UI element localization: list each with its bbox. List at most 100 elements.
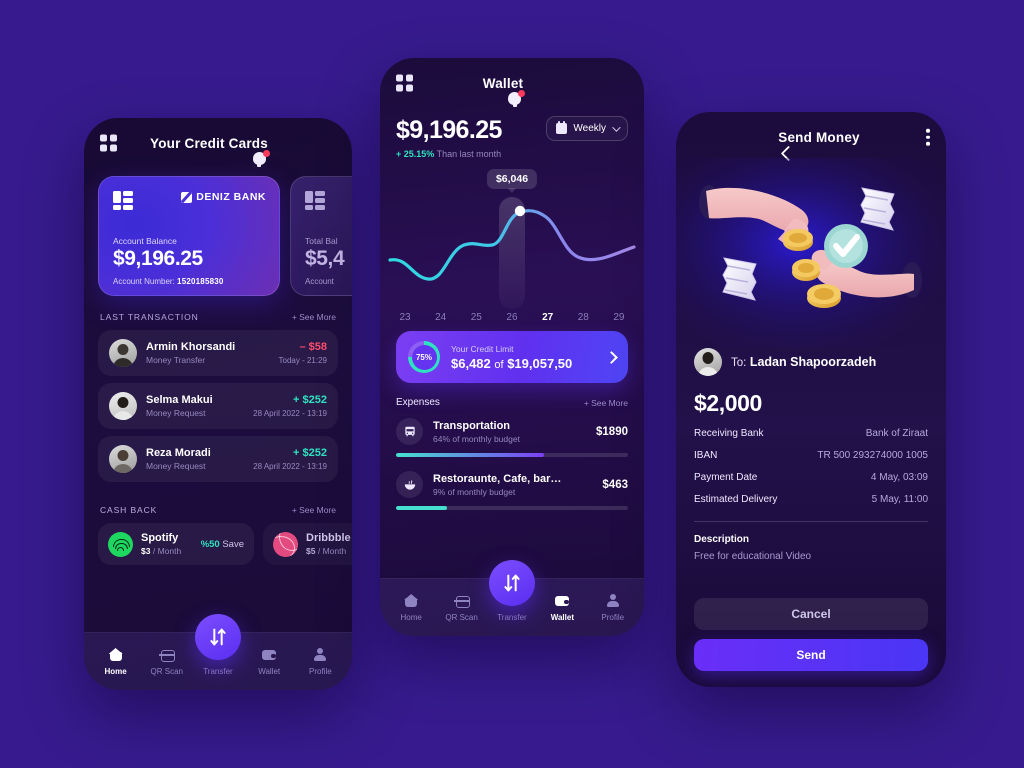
- detail-label: Payment Date: [694, 472, 758, 483]
- credit-limit-card[interactable]: 75% Your Credit Limit $6,482 of $19,057,…: [396, 331, 628, 383]
- cashback-price: $3 / Month: [141, 546, 182, 556]
- grid-menu-icon[interactable]: [100, 134, 117, 152]
- description-label: Description: [694, 534, 750, 545]
- card-balance-value: $5,4: [305, 247, 345, 270]
- detail-row: Receiving Bank Bank of Ziraat: [676, 428, 946, 439]
- expense-progress-bar: [396, 506, 628, 510]
- send-amount: $2,000: [694, 390, 762, 416]
- chart-line: [388, 205, 636, 281]
- period-selector[interactable]: Weekly: [546, 116, 628, 141]
- deniz-bank-mark-icon: [181, 191, 193, 203]
- hands-exchanging-money-illustration: [676, 158, 946, 348]
- transaction-time: Today - 21:29: [278, 356, 327, 365]
- expense-progress-bar: [396, 453, 628, 457]
- see-more-expenses[interactable]: + See More: [584, 398, 628, 408]
- bell-icon[interactable]: [252, 150, 270, 168]
- section-title: Expenses: [396, 397, 440, 408]
- bus-icon: [396, 418, 423, 445]
- card-number: Account Number: 1520185830: [113, 277, 224, 286]
- detail-value: Bank of Ziraat: [865, 428, 928, 439]
- credit-card-secondary[interactable]: Total Bal $5,4 Account: [290, 176, 352, 296]
- nav-item-wallet[interactable]: Wallet: [246, 647, 292, 676]
- nav-item-home[interactable]: Home: [388, 593, 434, 622]
- cashback-name: Spotify: [141, 532, 179, 544]
- notification-dot: [262, 150, 270, 157]
- table-row[interactable]: Armin Khorsandi Money Transfer – $58 Tod…: [98, 330, 338, 376]
- nav-item-profile[interactable]: Profile: [590, 593, 636, 622]
- page-title: Your Credit Cards: [150, 135, 268, 151]
- detail-value: TR 500 293274000 1005: [817, 450, 928, 461]
- nav-item-profile[interactable]: Profile: [297, 647, 343, 676]
- x-tick: 24: [435, 312, 447, 323]
- last-transaction-header: LAST TRANSACTION + See More: [84, 296, 352, 330]
- spending-line-chart[interactable]: $6,046 23 24 25 26 27 28 29: [380, 165, 644, 325]
- transaction-time: 28 April 2022 - 13:19: [253, 409, 327, 418]
- card-balance-value: $9,196.25: [113, 247, 203, 270]
- detail-row: Payment Date 4 May, 03:09: [676, 472, 946, 483]
- divider: [694, 521, 928, 522]
- kebab-menu-icon[interactable]: [926, 128, 930, 146]
- credit-limit-percent: 75%: [415, 352, 432, 362]
- cash-back-header: CASH BACK + See More: [84, 489, 352, 523]
- nav-item-qr-scan[interactable]: QR Scan: [439, 593, 485, 622]
- wallet-header: Wallet: [380, 58, 644, 108]
- expense-amount: $463: [602, 478, 628, 491]
- transaction-time: 28 April 2022 - 13:19: [253, 462, 327, 471]
- home-icon: [108, 647, 124, 663]
- page-title: Wallet: [482, 75, 524, 91]
- description-value: Free for educational Video: [694, 551, 812, 562]
- section-title: LAST TRANSACTION: [100, 312, 199, 322]
- card-balance-label: Account Balance: [113, 236, 177, 246]
- wallet-balance: $9,196.25: [396, 116, 502, 144]
- cards-header: Your Credit Cards: [84, 118, 352, 168]
- table-row[interactable]: Selma Makui Money Request + $252 28 Apri…: [98, 383, 338, 429]
- expense-amount: $1890: [596, 425, 628, 438]
- avatar: [109, 339, 137, 367]
- list-item[interactable]: Spotify $3 / Month %50 Save: [98, 523, 254, 565]
- page-title: Send Money: [778, 129, 860, 145]
- profile-icon: [605, 593, 621, 609]
- grid-menu-icon[interactable]: [396, 74, 413, 92]
- credit-card-primary[interactable]: DENIZ BANK Account Balance $9,196.25 Acc…: [98, 176, 280, 296]
- transfer-fab-button[interactable]: [195, 614, 241, 660]
- chevron-right-icon: [605, 350, 618, 364]
- see-more-transactions[interactable]: + See More: [292, 312, 336, 322]
- transaction-amount: + $252: [293, 394, 327, 406]
- qr-scan-icon: [158, 647, 175, 663]
- credit-cards-carousel[interactable]: DENIZ BANK Account Balance $9,196.25 Acc…: [84, 168, 352, 296]
- expense-name: Transportation: [433, 419, 511, 432]
- list-item[interactable]: Dribbble $5 / Month: [263, 523, 352, 565]
- cashback-carousel[interactable]: Spotify $3 / Month %50 Save Dribbble $5: [84, 523, 352, 565]
- table-row[interactable]: Reza Moradi Money Request + $252 28 Apri…: [98, 436, 338, 482]
- send-button[interactable]: Send: [694, 639, 928, 671]
- card-number: Account: [305, 277, 334, 286]
- recipient-row[interactable]: To: Ladan Shapoorzadeh: [676, 348, 946, 376]
- nav-item-qr-scan[interactable]: QR Scan: [144, 647, 190, 676]
- chart-active-point: [514, 205, 526, 217]
- x-tick: 26: [506, 312, 518, 323]
- phone-send-money: Send Money To: Ladan Shapoorzadeh $2,000…: [676, 112, 946, 687]
- credit-limit-value: $6,482 of $19,057,50: [451, 355, 573, 371]
- spotify-logo-icon: [108, 531, 133, 557]
- transfer-fab-button[interactable]: [489, 560, 535, 606]
- x-tick: 25: [470, 312, 482, 323]
- list-item[interactable]: Transportation 64% of monthly budget $18…: [380, 418, 644, 445]
- noodle-bowl-icon: [396, 471, 423, 498]
- wallet-icon: [261, 647, 277, 663]
- bank-logo: DENIZ BANK: [181, 191, 266, 203]
- transaction-type: Money Request: [146, 461, 206, 471]
- expense-sub: 9% of monthly budget: [433, 486, 516, 497]
- cancel-button[interactable]: Cancel: [694, 598, 928, 630]
- qr-scan-icon: [453, 593, 470, 609]
- x-tick-active: 27: [542, 312, 554, 323]
- avatar: [694, 348, 722, 376]
- bell-icon[interactable]: [507, 90, 526, 108]
- list-item[interactable]: Restoraunte, Cafe, bar… 9% of monthly bu…: [380, 471, 644, 498]
- home-icon: [403, 593, 419, 609]
- chevron-down-icon: [612, 122, 621, 132]
- transfer-arrows-icon: [210, 628, 226, 646]
- nav-item-home[interactable]: Home: [93, 647, 139, 676]
- see-more-cashback[interactable]: + See More: [292, 505, 336, 515]
- profile-icon: [312, 647, 328, 663]
- nav-item-wallet[interactable]: Wallet: [539, 593, 585, 622]
